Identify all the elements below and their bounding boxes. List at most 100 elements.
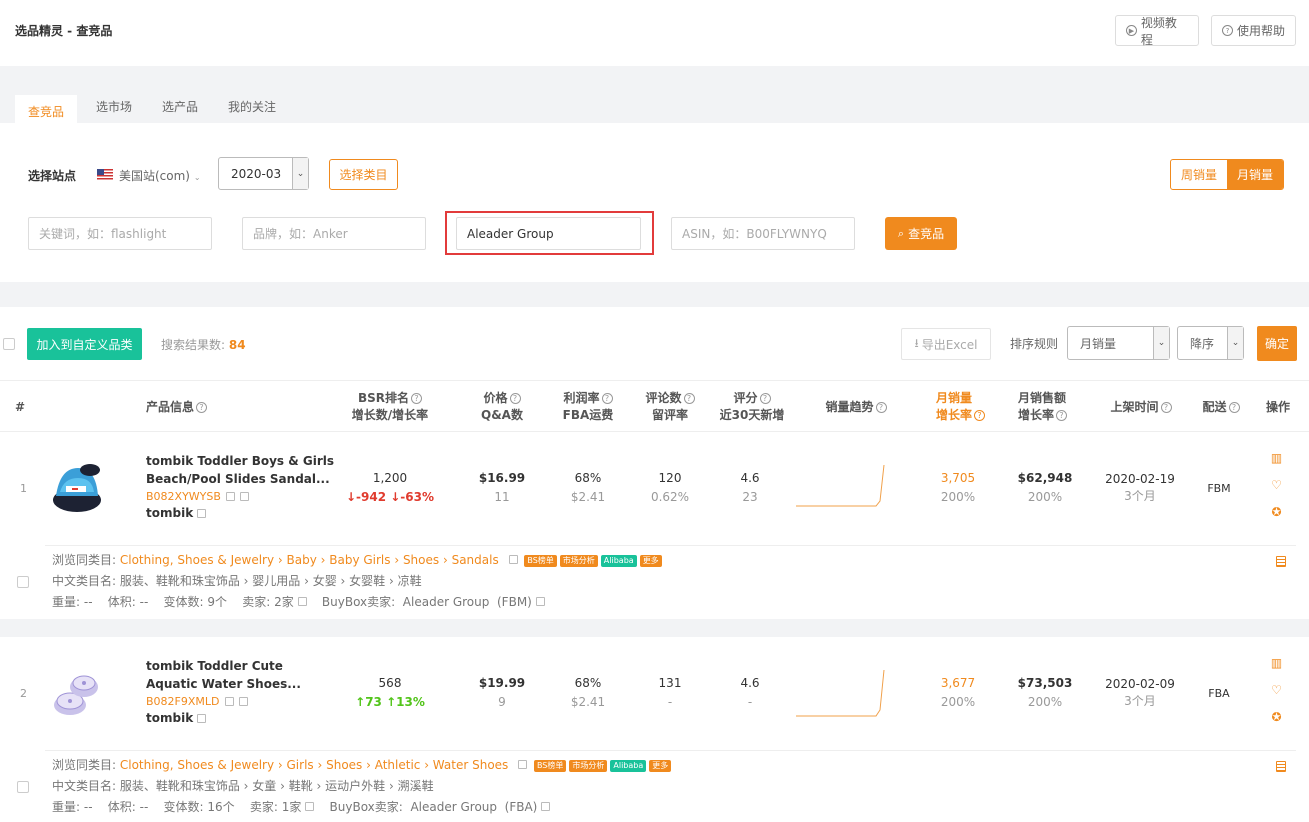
comment-icon[interactable] xyxy=(239,492,249,501)
alibaba-tag[interactable]: Alibaba xyxy=(610,759,647,772)
col-profit-label: 利润率 xyxy=(563,391,600,405)
comment-icon[interactable] xyxy=(238,697,248,706)
date-value: 2020-03 xyxy=(231,166,282,181)
external-link-icon[interactable] xyxy=(541,802,551,811)
tab-market[interactable]: 选市场 xyxy=(83,89,145,123)
col-sales-label: 月销量 xyxy=(936,391,973,405)
help-icon[interactable]: ? xyxy=(509,393,521,404)
external-link-icon[interactable] xyxy=(297,597,307,606)
calculator-icon[interactable] xyxy=(1276,556,1286,567)
video-tutorial-button[interactable]: ▶ 视频教程 xyxy=(1115,15,1199,47)
col-price: 价格? Q&A数 xyxy=(472,381,532,433)
add-to-category-button[interactable]: 加入到自定义品类 xyxy=(27,328,142,360)
help-button[interactable]: ? 使用帮助 xyxy=(1211,15,1296,46)
heart-icon[interactable]: ♡ xyxy=(1270,684,1283,697)
help-icon[interactable]: ? xyxy=(875,401,887,413)
brand-link[interactable]: tombik xyxy=(146,506,207,520)
row-checkbox[interactable] xyxy=(17,781,29,793)
col-listed: 上架时间? xyxy=(1106,381,1176,433)
external-link-icon[interactable] xyxy=(508,555,518,564)
keyword-input[interactable] xyxy=(28,217,212,250)
profit-cell: 68% $2.41 xyxy=(556,674,620,712)
more-tag[interactable]: 更多 xyxy=(639,554,662,567)
sales-trend-sparkline[interactable] xyxy=(796,668,886,718)
date-select[interactable]: 2020-03 ⌄ xyxy=(218,157,309,190)
chart-icon[interactable]: ▥ xyxy=(1270,452,1283,465)
fba-value: $2.41 xyxy=(570,490,606,504)
sales-trend-sparkline[interactable] xyxy=(796,463,886,508)
help-icon[interactable]: ? xyxy=(683,393,695,404)
help-icon[interactable]: ? xyxy=(1056,410,1068,421)
search-button[interactable]: ⌕ 查竞品 xyxy=(885,217,957,250)
product-name-line1: tombik Toddler Boys & Girls xyxy=(146,454,335,468)
tab-competitor[interactable]: 查竞品 xyxy=(15,95,78,129)
product-image[interactable] xyxy=(50,661,104,723)
confirm-sort-button[interactable]: 确定 xyxy=(1257,326,1297,361)
analyze-icon[interactable]: ✪ xyxy=(1270,506,1283,519)
col-trend-label: 销量趋势 xyxy=(825,399,874,414)
help-icon[interactable]: ? xyxy=(759,393,771,404)
product-name[interactable]: tombik Toddler Boys & Girls Beach/Pool Sl… xyxy=(146,453,334,488)
external-link-icon[interactable] xyxy=(305,802,315,811)
listed-cell: 2020-02-19 3个月 xyxy=(1100,470,1180,504)
help-icon[interactable]: ? xyxy=(974,410,986,421)
bs-list-tag[interactable]: BS榜单 xyxy=(524,554,557,567)
col-ship-label: 配送 xyxy=(1202,399,1227,414)
external-link-icon[interactable] xyxy=(225,492,235,501)
alibaba-tag[interactable]: Alibaba xyxy=(600,554,637,567)
sort-order-select[interactable]: 降序 ⌄ xyxy=(1177,326,1244,360)
site-select[interactable]: 美国站(com) ⌄ xyxy=(119,167,201,184)
product-name[interactable]: tombik Toddler Cute Aquatic Water Shoes..… xyxy=(146,658,301,693)
brand-input[interactable] xyxy=(242,217,426,250)
sort-field-select[interactable]: 月销量 ⌄ xyxy=(1067,326,1170,360)
external-link-icon[interactable] xyxy=(197,713,207,723)
market-analysis-tag[interactable]: 市场分析 xyxy=(569,759,608,772)
help-icon[interactable]: ? xyxy=(196,401,208,413)
fba-value: $2.41 xyxy=(570,695,606,709)
col-rating-sub: 近30天新增 xyxy=(719,408,785,422)
help-icon[interactable]: ? xyxy=(411,393,423,404)
tab-product[interactable]: 选产品 xyxy=(149,89,211,123)
buybox-value: BuyBox卖家: Aleader Group (FBM) xyxy=(321,595,532,609)
col-monthly-sales[interactable]: 月销量 增长率? xyxy=(936,381,1002,433)
help-icon[interactable]: ? xyxy=(1160,401,1172,413)
sort-label: 排序规则 xyxy=(1010,337,1059,351)
select-category-button[interactable]: 选择类目 xyxy=(329,159,398,190)
listed-age: 3个月 xyxy=(1124,489,1156,503)
product-image[interactable] xyxy=(50,456,104,518)
rating-value: 4.6 xyxy=(740,676,760,690)
external-link-icon[interactable] xyxy=(224,697,234,706)
external-link-icon[interactable] xyxy=(197,508,207,518)
buybox-value: BuyBox卖家: Aleader Group (FBA) xyxy=(329,800,538,814)
category-path-link[interactable]: Clothing, Shoes & Jewelry › Baby › Baby … xyxy=(120,553,499,567)
tab-following[interactable]: 我的关注 xyxy=(215,89,289,123)
market-analysis-tag[interactable]: 市场分析 xyxy=(559,554,598,567)
export-excel-button[interactable]: ⭳ 导出Excel xyxy=(901,328,991,360)
chevron-down-icon: ⌄ xyxy=(1227,327,1243,359)
row-checkbox[interactable] xyxy=(17,576,29,588)
brand-link[interactable]: tombik xyxy=(146,711,207,725)
more-tag[interactable]: 更多 xyxy=(649,759,672,772)
asin-input[interactable] xyxy=(671,217,855,250)
external-link-icon[interactable] xyxy=(535,597,545,606)
help-icon[interactable]: ? xyxy=(1228,401,1240,413)
weekly-sales-button[interactable]: 周销量 xyxy=(1171,160,1227,189)
asin-link[interactable]: B082XYWYSB xyxy=(146,490,249,503)
bs-list-tag[interactable]: BS榜单 xyxy=(533,759,567,772)
product-name-line1: tombik Toddler Cute xyxy=(146,659,283,673)
monthly-sales-button[interactable]: 月销量 xyxy=(1227,160,1283,189)
chart-icon[interactable]: ▥ xyxy=(1270,657,1283,670)
page-title: 选品精灵 - 查竞品 xyxy=(15,24,113,38)
seller-input[interactable] xyxy=(456,217,641,250)
row-actions: ▥ ♡ ✪ xyxy=(1270,452,1283,519)
col-revenue: 月销售额 增长率? xyxy=(1018,381,1074,433)
asin-link[interactable]: B082F9XMLD xyxy=(146,695,248,708)
category-path-link[interactable]: Clothing, Shoes & Jewelry › Girls › Shoe… xyxy=(120,758,508,772)
external-link-icon[interactable] xyxy=(518,760,528,769)
help-icon[interactable]: ? xyxy=(601,393,613,404)
select-all-checkbox[interactable] xyxy=(3,338,15,350)
heart-icon[interactable]: ♡ xyxy=(1270,479,1283,492)
analyze-icon[interactable]: ✪ xyxy=(1270,711,1283,724)
revenue-value: $62,948 xyxy=(1017,471,1073,485)
calculator-icon[interactable] xyxy=(1276,761,1286,772)
